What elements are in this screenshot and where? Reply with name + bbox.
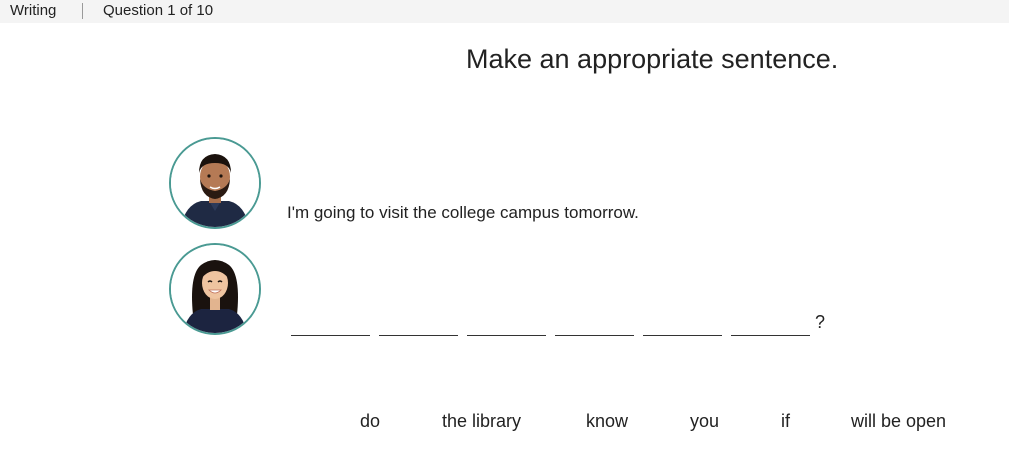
- speaker-1-avatar: [169, 137, 261, 229]
- word-chip-know[interactable]: know: [586, 411, 628, 432]
- answer-blank-3[interactable]: [467, 310, 546, 336]
- answer-blank-5[interactable]: [643, 310, 722, 336]
- top-bar: Writing Question 1 of 10: [0, 0, 1009, 23]
- word-chip-will-be-open[interactable]: will be open: [851, 411, 946, 432]
- end-question-mark: ?: [815, 312, 826, 332]
- question-progress: Question 1 of 10: [103, 2, 214, 19]
- word-chip-do[interactable]: do: [360, 411, 380, 432]
- answer-blank-6[interactable]: [731, 310, 810, 336]
- answer-blanks: ?: [291, 306, 825, 336]
- answer-blank-1[interactable]: [291, 310, 370, 336]
- word-chip-you[interactable]: you: [690, 411, 719, 432]
- instruction-title: Make an appropriate sentence.: [466, 44, 839, 74]
- section-label: Writing: [10, 2, 57, 19]
- word-chip-if[interactable]: if: [781, 411, 790, 432]
- word-chip-the-library[interactable]: the library: [442, 411, 521, 432]
- speaker-1-message: I'm going to visit the college campus to…: [287, 203, 639, 222]
- header-divider: [82, 3, 83, 19]
- answer-blank-4[interactable]: [555, 310, 634, 336]
- answer-blank-2[interactable]: [379, 310, 458, 336]
- speaker-2-avatar: [169, 243, 261, 335]
